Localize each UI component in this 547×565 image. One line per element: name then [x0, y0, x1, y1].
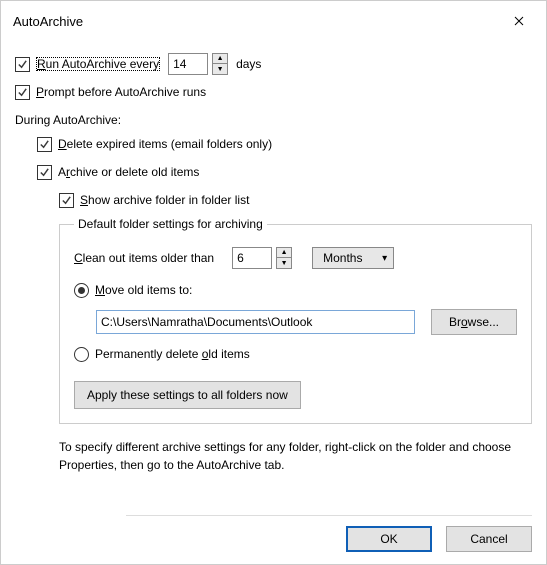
close-icon	[514, 16, 524, 26]
radio-dot-icon	[78, 287, 85, 294]
delete-expired-label[interactable]: Delete expired items (email folders only…	[58, 137, 272, 151]
delete-expired-checkbox[interactable]	[37, 137, 52, 152]
prompt-row: Prompt before AutoArchive runs	[15, 81, 532, 103]
clean-unit-value: Months	[323, 251, 362, 265]
check-icon	[17, 87, 28, 98]
default-settings-legend: Default folder settings for archiving	[74, 217, 267, 231]
dialog-content: Run AutoArchive every ▲ ▼ days Prompt be…	[1, 41, 546, 474]
move-path-input[interactable]	[96, 310, 415, 334]
ok-button[interactable]: OK	[346, 526, 432, 552]
check-icon	[39, 139, 50, 150]
clean-age-spinner: ▲ ▼	[232, 247, 292, 269]
show-folder-label[interactable]: Show archive folder in folder list	[80, 193, 249, 207]
run-interval-up[interactable]: ▲	[212, 53, 228, 64]
cancel-button[interactable]: Cancel	[446, 526, 532, 552]
perm-delete-radio[interactable]	[74, 347, 89, 362]
check-icon	[61, 195, 72, 206]
clean-row: Clean out items older than ▲ ▼ Months ▾	[74, 247, 517, 269]
run-interval-input[interactable]	[168, 53, 208, 75]
perm-delete-label[interactable]: Permanently delete old items	[95, 347, 250, 361]
dialog-footer: OK Cancel	[346, 526, 532, 552]
clean-age-input[interactable]	[232, 247, 272, 269]
move-path-row: Browse...	[96, 309, 517, 335]
archive-old-checkbox[interactable]	[37, 165, 52, 180]
archive-old-label[interactable]: Archive or delete old items	[58, 165, 199, 179]
check-icon	[17, 59, 28, 70]
default-settings-group: Default folder settings for archiving Cl…	[59, 217, 532, 424]
footer-divider	[126, 515, 532, 516]
archive-old-row: Archive or delete old items	[15, 161, 532, 183]
apply-all-button[interactable]: Apply these settings to all folders now	[74, 381, 301, 409]
help-text: To specify different archive settings fo…	[59, 438, 532, 474]
window-title: AutoArchive	[13, 14, 83, 29]
during-heading: During AutoArchive:	[15, 113, 532, 127]
check-icon	[39, 167, 50, 178]
move-label[interactable]: Move old items to:	[95, 283, 192, 297]
clean-unit-select[interactable]: Months ▾	[312, 247, 394, 269]
run-interval-down[interactable]: ▼	[212, 64, 228, 75]
chevron-down-icon: ▾	[382, 253, 387, 264]
run-autoarchive-row: Run AutoArchive every ▲ ▼ days	[15, 53, 532, 75]
clean-label: Clean out items older than	[74, 251, 214, 265]
move-radio-row: Move old items to:	[74, 279, 517, 301]
clean-age-up[interactable]: ▲	[276, 247, 292, 258]
run-interval-spinner: ▲ ▼	[168, 53, 228, 75]
move-radio[interactable]	[74, 283, 89, 298]
title-bar: AutoArchive	[1, 1, 546, 41]
show-folder-checkbox[interactable]	[59, 193, 74, 208]
prompt-checkbox[interactable]	[15, 85, 30, 100]
prompt-label[interactable]: Prompt before AutoArchive runs	[36, 85, 206, 99]
perm-delete-row: Permanently delete old items	[74, 343, 517, 365]
clean-age-down[interactable]: ▼	[276, 258, 292, 269]
browse-button[interactable]: Browse...	[431, 309, 517, 335]
run-interval-unit: days	[236, 57, 261, 71]
run-autoarchive-checkbox[interactable]	[15, 57, 30, 72]
show-folder-row: Show archive folder in folder list	[15, 189, 532, 211]
delete-expired-row: Delete expired items (email folders only…	[15, 133, 532, 155]
close-button[interactable]	[496, 5, 542, 37]
run-autoarchive-label[interactable]: Run AutoArchive every	[36, 57, 160, 71]
